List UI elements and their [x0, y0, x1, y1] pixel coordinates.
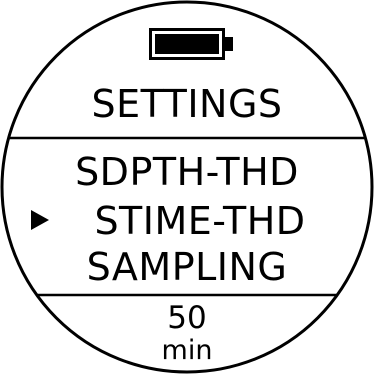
current-value: 50 — [167, 300, 207, 336]
menu-item-label: STIME-THD — [94, 199, 306, 243]
menu-item-sdpth-thd[interactable]: SDPTH-THD — [0, 148, 374, 196]
watch-screen: SETTINGS SDPTH-THD STIME-THD SAMPLING 50… — [0, 0, 374, 374]
menu-item-stime-thd[interactable]: STIME-THD — [0, 197, 374, 245]
battery-level-fill — [155, 34, 219, 54]
menu-item-label: SAMPLING — [86, 245, 288, 289]
menu-item-label: SDPTH-THD — [75, 150, 299, 194]
battery-full-icon — [149, 28, 233, 60]
page-title: SETTINGS — [91, 82, 283, 126]
current-value-unit: min — [161, 335, 213, 366]
battery-terminal — [225, 37, 233, 51]
menu-item-sampling[interactable]: SAMPLING — [0, 243, 374, 291]
